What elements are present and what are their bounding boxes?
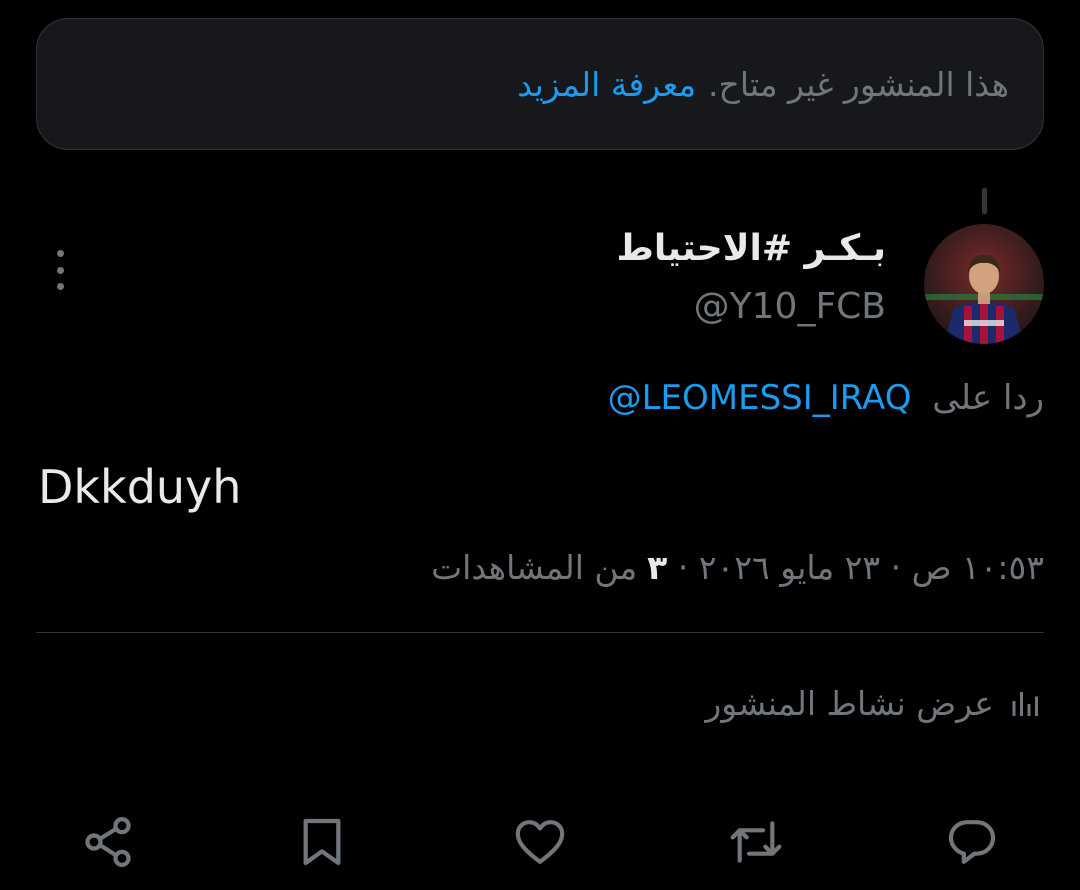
views-label: من المشاهدات — [431, 548, 638, 587]
replying-to: ردا على @LEOMESSI_IRAQ — [608, 378, 1044, 418]
reply-button[interactable] — [942, 812, 1002, 872]
unavailable-post-notice: هذا المنشور غير متاح. معرفة المزيد — [36, 18, 1044, 150]
more-options-icon[interactable] — [48, 250, 72, 290]
view-post-activity-label: عرض نشاط المنشور — [705, 684, 994, 723]
tweet-meta: ١٠:٥٣ ص · ٢٣ مايو ٢٠٢٦ · ٣من المشاهدات — [431, 548, 1044, 587]
bookmark-button[interactable] — [292, 812, 352, 872]
tweet-detail-page: هذا المنشور غير متاح. معرفة المزيد بـكـر… — [0, 0, 1080, 890]
replying-to-prefix: ردا على — [932, 378, 1044, 418]
like-button[interactable] — [510, 812, 570, 872]
views-count: ٣ — [647, 548, 668, 587]
bar-chart-icon — [1012, 691, 1038, 716]
learn-more-link[interactable]: معرفة المزيد — [517, 65, 696, 104]
reply-icon — [948, 820, 996, 864]
author-handle[interactable]: @Y10_FCB — [694, 286, 886, 327]
thread-connector-line — [982, 188, 987, 214]
tweet-text: Dkkduyh — [38, 460, 242, 514]
share-button[interactable] — [78, 812, 138, 872]
author-display-name[interactable]: بـكـر #الاحتياط — [616, 228, 886, 269]
divider — [36, 632, 1044, 633]
bookmark-icon — [303, 818, 341, 866]
repost-button[interactable] — [726, 812, 786, 872]
replying-to-mention-link[interactable]: @LEOMESSI_IRAQ — [608, 378, 912, 418]
view-post-activity-button[interactable]: عرض نشاط المنشور — [705, 684, 1044, 723]
share-icon — [85, 817, 131, 867]
heart-icon — [515, 820, 565, 864]
notice-message: هذا المنشور غير متاح. — [708, 64, 1009, 104]
avatar[interactable] — [924, 224, 1044, 344]
timestamp[interactable]: ١٠:٥٣ ص · ٢٣ مايو ٢٠٢٦ · — [678, 548, 1044, 587]
repost-icon — [730, 821, 782, 863]
